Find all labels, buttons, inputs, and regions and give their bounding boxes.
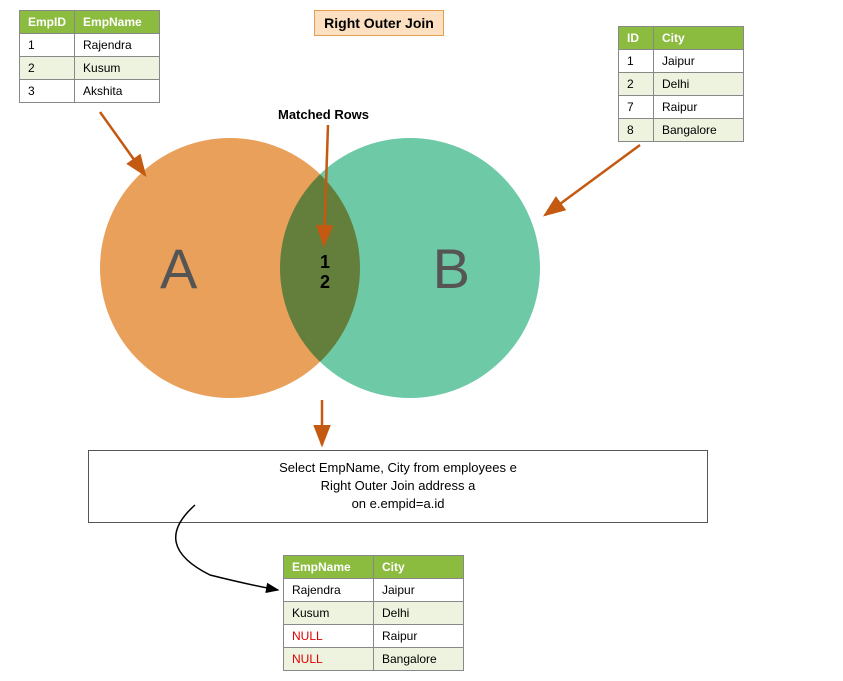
table-row: 1 Rajendra [20, 34, 160, 57]
table-row: 7 Raipur [619, 96, 744, 119]
sql-line: Right Outer Join address a [97, 477, 699, 495]
table-row: 3 Akshita [20, 80, 160, 103]
table-row: Rajendra Jaipur [284, 579, 464, 602]
table-row: 2 Delhi [619, 73, 744, 96]
address-table: ID City 1 Jaipur 2 Delhi 7 Raipur 8 Bang… [618, 26, 744, 142]
venn-diagram: A B 1 2 [100, 128, 550, 418]
arrow-tableb-to-venn [545, 145, 640, 215]
table-row: 2 Kusum [20, 57, 160, 80]
join-title-box: Right Outer Join [314, 10, 444, 36]
circle-a-label: A [160, 236, 197, 301]
emp-id-header: EmpID [20, 11, 75, 34]
employees-table: EmpID EmpName 1 Rajendra 2 Kusum 3 Akshi… [19, 10, 160, 103]
venn-overlap-values: 1 2 [320, 253, 330, 293]
sql-line: on e.empid=a.id [97, 495, 699, 513]
table-row: 8 Bangalore [619, 119, 744, 142]
table-row: NULL Bangalore [284, 648, 464, 671]
circle-b-label: B [433, 236, 470, 301]
table-row: NULL Raipur [284, 625, 464, 648]
result-city-header: City [374, 556, 464, 579]
sql-line: Select EmpName, City from employees e [97, 459, 699, 477]
sql-query-box: Select EmpName, City from employees e Ri… [88, 450, 708, 523]
join-title: Right Outer Join [324, 15, 434, 31]
matched-rows-label: Matched Rows [278, 107, 369, 122]
city-header: City [654, 27, 744, 50]
id-header: ID [619, 27, 654, 50]
venn-circle-b: B [280, 138, 540, 398]
result-empname-header: EmpName [284, 556, 374, 579]
result-table: EmpName City Rajendra Jaipur Kusum Delhi… [283, 555, 464, 671]
table-row: 1 Jaipur [619, 50, 744, 73]
table-row: Kusum Delhi [284, 602, 464, 625]
emp-name-header: EmpName [75, 11, 160, 34]
